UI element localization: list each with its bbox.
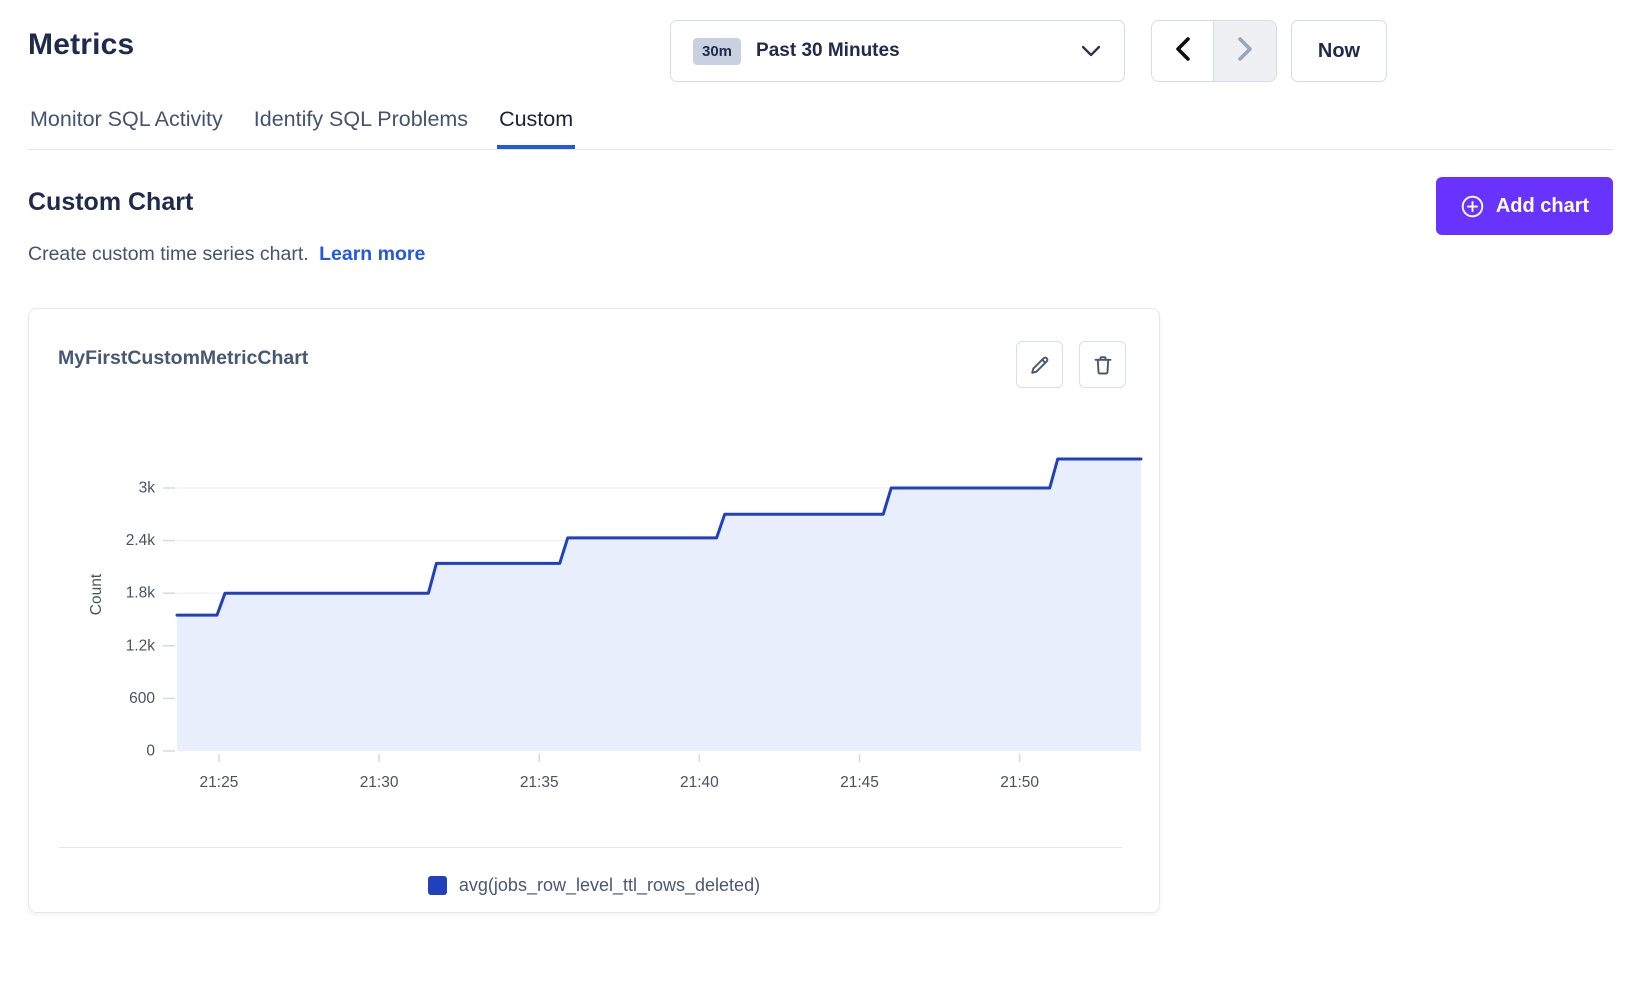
page-title: Metrics (28, 28, 134, 62)
chevron-left-icon (1172, 35, 1194, 68)
svg-text:1.8k: 1.8k (126, 585, 156, 602)
subtitle-text: Create custom time series chart. (28, 243, 309, 265)
metrics-page: Metrics 30m Past 30 Minutes Now Monitor … (0, 0, 1650, 982)
prev-interval-button[interactable] (1152, 21, 1214, 81)
time-range-badge: 30m (693, 38, 741, 65)
chart-title: MyFirstCustomMetricChart (58, 347, 308, 370)
trash-icon (1091, 353, 1115, 377)
add-chart-label: Add chart (1496, 195, 1589, 218)
time-interval-arrows (1151, 20, 1277, 82)
svg-text:Count: Count (88, 573, 105, 615)
legend-label: avg(jobs_row_level_ttl_rows_deleted) (459, 875, 760, 896)
time-range-label: Past 30 Minutes (756, 40, 900, 62)
tab-custom[interactable]: Custom (497, 101, 575, 149)
now-button[interactable]: Now (1291, 20, 1387, 82)
legend-swatch (428, 876, 447, 895)
svg-text:21:30: 21:30 (360, 774, 399, 791)
svg-text:600: 600 (129, 690, 155, 707)
tab-monitor-sql-activity[interactable]: Monitor SQL Activity (28, 101, 225, 149)
edit-chart-button[interactable] (1016, 341, 1063, 388)
custom-chart-card: MyFirstCustomMetricChart 0 600 1.2k 1.8k 2.4… (28, 308, 1160, 913)
chevron-down-icon (1080, 43, 1102, 59)
svg-text:21:50: 21:50 (1000, 774, 1039, 791)
tab-identify-sql-problems[interactable]: Identify SQL Problems (252, 101, 470, 149)
next-interval-button[interactable] (1214, 21, 1276, 81)
section-title: Custom Chart (28, 188, 193, 217)
svg-text:21:40: 21:40 (680, 774, 719, 791)
time-range-selector[interactable]: 30m Past 30 Minutes (670, 20, 1125, 82)
add-chart-button[interactable]: Add chart (1436, 177, 1613, 235)
chevron-right-icon (1234, 35, 1256, 68)
svg-text:21:35: 21:35 (520, 774, 559, 791)
delete-chart-button[interactable] (1079, 341, 1126, 388)
card-divider (58, 847, 1122, 848)
svg-text:21:45: 21:45 (840, 774, 879, 791)
section-subtitle: Create custom time series chart. Learn m… (28, 243, 425, 266)
plus-circle-icon (1460, 194, 1485, 219)
pencil-icon (1028, 353, 1052, 377)
metrics-tabs: Monitor SQL Activity Identify SQL Proble… (28, 101, 1613, 150)
svg-text:2.4k: 2.4k (126, 532, 156, 549)
custom-chart-svg[interactable]: 0 600 1.2k 1.8k 2.4k 3k 21:25 21:30 21:35 21:40 21… (29, 409, 1161, 829)
svg-text:3k: 3k (139, 479, 156, 496)
svg-text:1.2k: 1.2k (126, 637, 156, 654)
learn-more-link[interactable]: Learn more (319, 243, 425, 265)
chart-legend: avg(jobs_row_level_ttl_rows_deleted) (29, 875, 1159, 896)
svg-text:0: 0 (146, 743, 155, 760)
svg-text:21:25: 21:25 (200, 774, 239, 791)
